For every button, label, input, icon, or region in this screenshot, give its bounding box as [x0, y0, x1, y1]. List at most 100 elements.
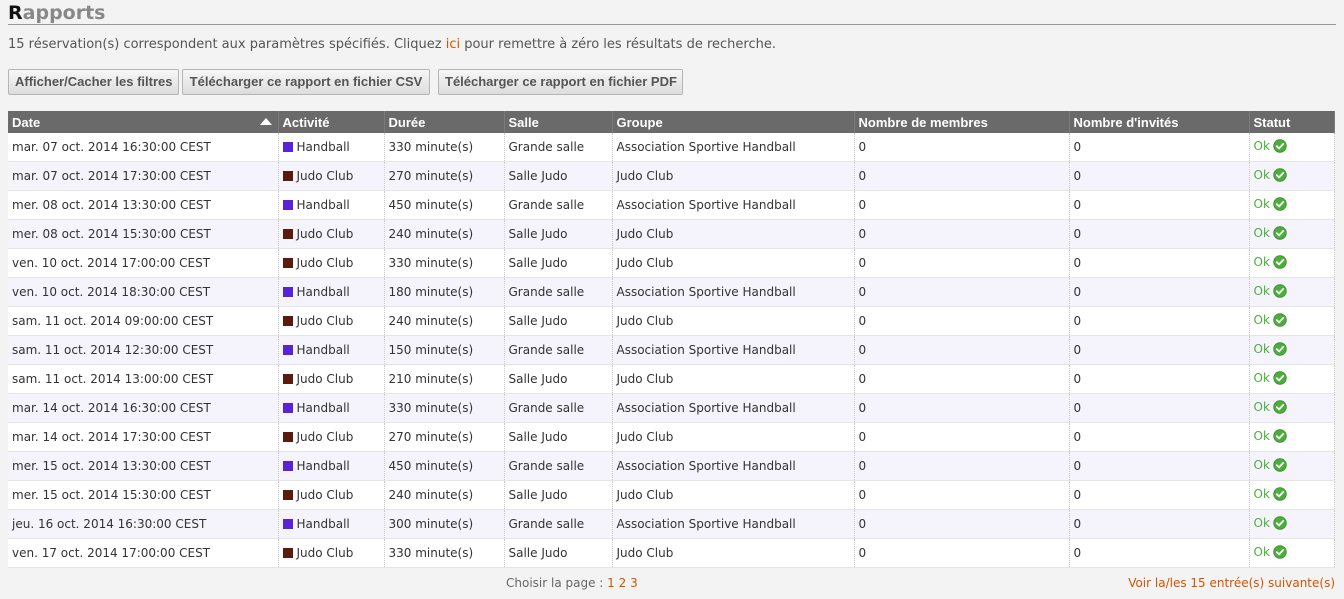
- guests-cell: 0: [1069, 133, 1250, 162]
- activity-cell: Judo Club: [278, 538, 385, 568]
- members-cell: 0: [854, 451, 1070, 481]
- status-label: Ok: [1253, 225, 1270, 240]
- guests-cell: 0: [1069, 393, 1250, 423]
- activity-color-swatch: [282, 200, 293, 210]
- next-entries-link[interactable]: Voir la/les 15 entrée(s) suivante(s): [1128, 576, 1335, 590]
- activity-cell: Judo Club: [278, 161, 385, 191]
- guests-cell: 0: [1069, 451, 1250, 481]
- activity-color-swatch: [282, 258, 293, 268]
- table-row[interactable]: jeu. 16 oct. 2014 16:30:00 CEST Handball 3…: [8, 509, 1335, 539]
- guests-cell: 0: [1069, 422, 1250, 452]
- page-2-link[interactable]: 2: [619, 576, 627, 590]
- status-label: Ok: [1253, 399, 1270, 414]
- date-cell: mer. 15 oct. 2014 13:30:00 CEST: [8, 451, 279, 481]
- activity-cell: Judo Club: [278, 422, 385, 452]
- room-cell: Salle Judo: [504, 161, 613, 191]
- activity-color-swatch: [282, 461, 293, 471]
- activity-color-swatch: [282, 403, 293, 413]
- status-cell: Ok: [1249, 306, 1335, 336]
- check-circle-icon: [1273, 167, 1287, 185]
- duration-cell: 270 minute(s): [384, 161, 505, 191]
- activity-cell: Judo Club: [278, 480, 385, 510]
- column-header-label: Date: [12, 114, 41, 130]
- column-header-activity[interactable]: Activité: [278, 111, 385, 133]
- table-row[interactable]: mer. 08 oct. 2014 13:30:00 CEST Handball 4…: [8, 190, 1335, 220]
- members-cell: 0: [854, 393, 1070, 423]
- room-cell: Grande salle: [504, 133, 613, 162]
- duration-cell: 450 minute(s): [384, 190, 505, 220]
- table-row[interactable]: mer. 08 oct. 2014 15:30:00 CEST Judo Club…: [8, 219, 1335, 249]
- activity-label: Handball: [296, 459, 350, 473]
- table-row[interactable]: ven. 17 oct. 2014 17:00:00 CEST Judo Club…: [8, 538, 1335, 568]
- status-label: Ok: [1253, 312, 1270, 327]
- date-cell: mar. 07 oct. 2014 17:30:00 CEST: [8, 161, 279, 191]
- members-cell: 0: [854, 480, 1070, 510]
- room-cell: Salle Judo: [504, 480, 613, 510]
- group-cell: Judo Club: [612, 219, 855, 249]
- table-row[interactable]: sam. 11 oct. 2014 12:30:00 CEST Handball 1…: [8, 335, 1335, 365]
- table-row[interactable]: mar. 07 oct. 2014 17:30:00 CEST Judo Club…: [8, 161, 1335, 191]
- status-cell: Ok: [1249, 277, 1335, 307]
- date-cell: sam. 11 oct. 2014 09:00:00 CEST: [8, 306, 279, 336]
- date-cell: ven. 10 oct. 2014 18:30:00 CEST: [8, 277, 279, 307]
- table-row[interactable]: mar. 14 oct. 2014 16:30:00 CEST Handball 3…: [8, 393, 1335, 423]
- download-pdf-button[interactable]: Télécharger ce rapport en fichier PDF: [438, 69, 683, 95]
- column-header-date[interactable]: Date: [8, 111, 279, 133]
- table-row[interactable]: ven. 10 oct. 2014 18:30:00 CEST Handball 1…: [8, 277, 1335, 307]
- group-cell: Association Sportive Handball: [612, 277, 855, 307]
- status-label: Ok: [1253, 457, 1270, 472]
- check-circle-icon: [1273, 341, 1287, 359]
- members-cell: 0: [854, 335, 1070, 365]
- group-cell: Judo Club: [612, 248, 855, 278]
- activity-color-swatch: [282, 229, 293, 239]
- table-row[interactable]: mar. 14 oct. 2014 17:30:00 CEST Judo Club…: [8, 422, 1335, 452]
- activity-label: Judo Club: [296, 314, 354, 328]
- column-header-members[interactable]: Nombre de membres: [854, 111, 1070, 133]
- activity-label: Handball: [296, 198, 350, 212]
- results-info-text-end: pour remettre à zéro les résultats de re…: [460, 37, 776, 52]
- page-title: Rapports: [8, 2, 105, 24]
- status-label: Ok: [1253, 486, 1270, 501]
- column-header-duration[interactable]: Durée: [384, 111, 505, 133]
- check-circle-icon: [1273, 544, 1287, 562]
- activity-cell: Handball: [278, 335, 385, 365]
- date-cell: mar. 14 oct. 2014 17:30:00 CEST: [8, 422, 279, 452]
- table-row[interactable]: ven. 10 oct. 2014 17:00:00 CEST Judo Club…: [8, 248, 1335, 278]
- activity-color-swatch: [282, 316, 293, 326]
- reset-search-link[interactable]: ici: [446, 37, 460, 52]
- table-row[interactable]: sam. 11 oct. 2014 13:00:00 CEST Judo Club…: [8, 364, 1335, 394]
- date-cell: sam. 11 oct. 2014 12:30:00 CEST: [8, 335, 279, 365]
- table-row[interactable]: mer. 15 oct. 2014 15:30:00 CEST Judo Club…: [8, 480, 1335, 510]
- column-header-guests[interactable]: Nombre d'invités: [1069, 111, 1250, 133]
- download-csv-button[interactable]: Télécharger ce rapport en fichier CSV: [182, 69, 430, 95]
- group-cell: Association Sportive Handball: [612, 509, 855, 539]
- page-title-initial: R: [8, 2, 23, 24]
- members-cell: 0: [854, 422, 1070, 452]
- activity-label: Handball: [296, 140, 350, 154]
- duration-cell: 270 minute(s): [384, 422, 505, 452]
- guests-cell: 0: [1069, 248, 1250, 278]
- guests-cell: 0: [1069, 509, 1250, 539]
- check-circle-icon: [1273, 399, 1287, 417]
- page-3-link[interactable]: 3: [630, 576, 638, 590]
- room-cell: Salle Judo: [504, 219, 613, 249]
- toggle-filters-button[interactable]: Afficher/Cacher les filtres: [8, 69, 179, 95]
- duration-cell: 330 minute(s): [384, 538, 505, 568]
- results-info-text: 15 réservation(s) correspondent aux para…: [8, 37, 446, 52]
- table-row[interactable]: sam. 11 oct. 2014 09:00:00 CEST Judo Club…: [8, 306, 1335, 336]
- reports-page: Rapports 15 réservation(s) correspondent…: [0, 0, 1344, 599]
- group-cell: Association Sportive Handball: [612, 335, 855, 365]
- column-header-status[interactable]: Statut: [1249, 111, 1335, 133]
- status-cell: Ok: [1249, 335, 1335, 365]
- activity-cell: Handball: [278, 190, 385, 220]
- table-row[interactable]: mer. 15 oct. 2014 13:30:00 CEST Handball 4…: [8, 451, 1335, 481]
- status-cell: Ok: [1249, 509, 1335, 539]
- column-header-group[interactable]: Groupe: [612, 111, 855, 133]
- duration-cell: 330 minute(s): [384, 393, 505, 423]
- group-cell: Judo Club: [612, 306, 855, 336]
- table-row[interactable]: mar. 07 oct. 2014 16:30:00 CEST Handball 3…: [8, 133, 1335, 162]
- group-cell: Judo Club: [612, 161, 855, 191]
- column-header-room[interactable]: Salle: [504, 111, 613, 133]
- activity-cell: Judo Club: [278, 219, 385, 249]
- check-circle-icon: [1273, 486, 1287, 504]
